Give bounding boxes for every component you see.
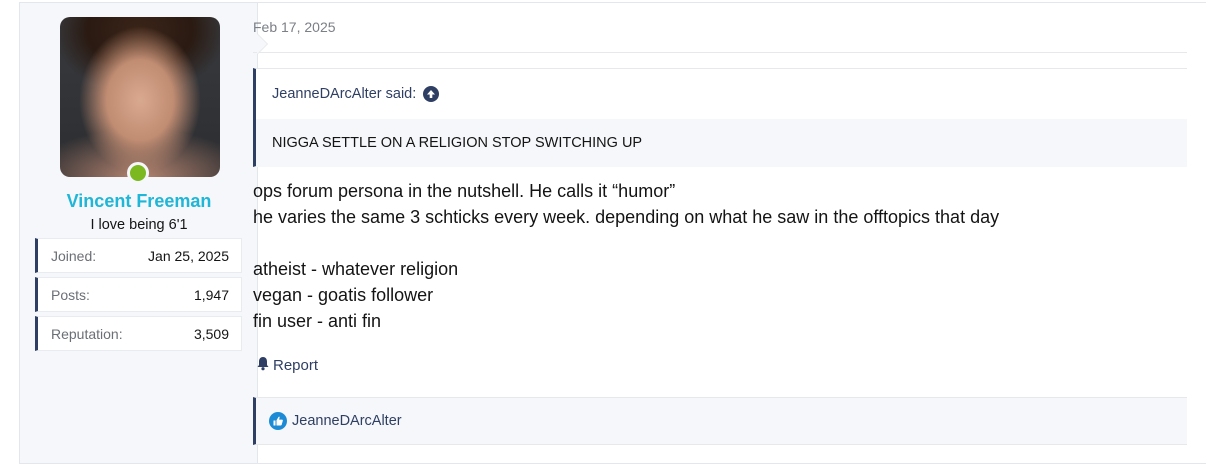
stat-label: Reputation:: [51, 325, 123, 342]
stat-label: Posts:: [51, 286, 90, 303]
message-line: vegan - goatis follower: [253, 285, 434, 305]
reaction-user-link[interactable]: JeanneDArcAlter: [292, 413, 402, 429]
user-sidebar: Vincent Freeman I love being 6'1 Joined:…: [20, 3, 268, 463]
like-icon[interactable]: [269, 412, 287, 430]
stat-posts: Posts: 1,947: [35, 277, 242, 312]
message-line: ops forum persona in the nutshell. He ca…: [253, 181, 676, 201]
stat-label: Joined:: [51, 247, 97, 264]
avatar[interactable]: [60, 17, 220, 177]
message-body: ops forum persona in the nutshell. He ca…: [253, 178, 1173, 334]
stat-reputation: Reputation: 3,509: [35, 316, 242, 351]
arrow-up-icon[interactable]: [423, 86, 440, 102]
stat-value[interactable]: 1,947: [194, 287, 229, 303]
online-status-icon: [127, 162, 149, 184]
reactions-bar: JeanneDArcAlter: [253, 397, 1187, 445]
user-title: I love being 6'1: [90, 217, 188, 233]
stat-value: Jan 25, 2025: [148, 247, 229, 264]
header-divider: [253, 52, 1187, 53]
post-date-link[interactable]: Feb 17, 2025: [253, 19, 336, 35]
quote-text: NIGGA SETTLE ON A RELIGION STOP SWITCHIN…: [256, 119, 1187, 167]
stat-value: 3,509: [193, 325, 229, 342]
stat-joined: Joined: Jan 25, 2025: [35, 238, 242, 273]
username-link[interactable]: Vincent Freeman: [20, 191, 258, 212]
report-label[interactable]: Report: [273, 357, 318, 374]
report-button[interactable]: Report: [256, 356, 318, 375]
message-line: [253, 230, 1173, 256]
message-line: fin user - anti fin: [253, 311, 382, 331]
quote-block: JeanneDArcAlter said: NIGGA SETTLE ON A …: [253, 68, 1187, 167]
message-line: he varies the same 3 schticks every week…: [253, 207, 1000, 227]
message-line: atheist - whatever religion: [253, 259, 459, 279]
bell-icon: [256, 356, 270, 375]
quote-header[interactable]: JeanneDArcAlter said:: [256, 69, 1187, 119]
quote-attribution[interactable]: JeanneDArcAlter said:: [272, 86, 416, 102]
